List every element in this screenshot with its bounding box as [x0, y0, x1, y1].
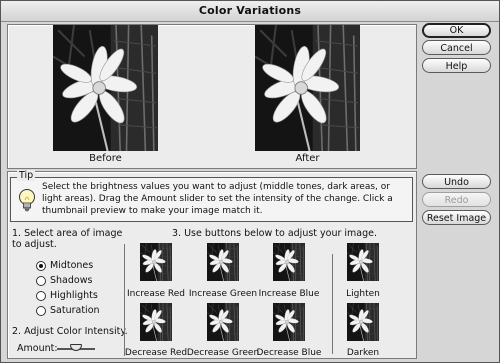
after-label: After: [295, 153, 320, 164]
divider-left: [124, 244, 125, 356]
redo-button[interactable]: Redo: [422, 192, 491, 207]
tip-box: Tip Select the brightness values you wan…: [10, 170, 413, 222]
reset-image-button[interactable]: Reset Image: [422, 210, 491, 225]
preview-panel: Before After: [7, 24, 417, 169]
variation-increase-red-thumbnail[interactable]: [140, 243, 172, 281]
variation-decrease-red-thumbnail[interactable]: [140, 303, 172, 341]
before-preview: Before: [53, 25, 158, 164]
divider-right: [332, 254, 333, 354]
variation-darken-label: Darken: [346, 348, 380, 358]
ok-button[interactable]: OK: [422, 23, 491, 38]
step1-label: 1. Select area of image to adjust.: [12, 228, 123, 250]
variation-increase-green-thumbnail[interactable]: [207, 243, 239, 281]
controls-panel: Tip Select the brightness values you wan…: [7, 170, 417, 359]
help-button[interactable]: Help: [422, 58, 491, 73]
title-bar[interactable]: Color Variations: [1, 1, 499, 22]
variation-decrease-blue-thumbnail[interactable]: [273, 303, 305, 341]
radio-saturation-indicator[interactable]: [36, 306, 46, 316]
tip-text: Select the brightness values you want to…: [42, 182, 393, 216]
before-image: [53, 25, 158, 151]
cancel-button[interactable]: Cancel: [422, 40, 491, 55]
variation-lighten-thumbnail[interactable]: [347, 243, 379, 281]
radio-saturation-label: Saturation: [50, 305, 100, 316]
before-label: Before: [89, 153, 122, 164]
after-image: [255, 25, 360, 151]
tip-label: Tip: [17, 170, 36, 181]
variation-lighten-label: Lighten: [346, 289, 380, 299]
step2-label: 2. Adjust Color Intensity.: [12, 326, 128, 337]
radio-shadows-label: Shadows: [50, 275, 93, 286]
undo-button[interactable]: Undo: [422, 174, 491, 189]
amount-label: Amount:: [17, 343, 58, 354]
radio-midtones-indicator[interactable]: [36, 261, 46, 271]
radio-midtones-label: Midtones: [50, 260, 94, 271]
window-title: Color Variations: [198, 4, 302, 17]
variation-increase-blue-thumbnail[interactable]: [273, 243, 305, 281]
color-variations-window: Color Variations Before After OK Cancel …: [0, 0, 500, 363]
step3-label: 3. Use buttons below to adjust your imag…: [172, 228, 378, 239]
variation-decrease-green-thumbnail[interactable]: [207, 303, 239, 341]
radio-highlights-label: Highlights: [50, 290, 98, 301]
radio-shadows-indicator[interactable]: [36, 276, 46, 286]
radio-highlights-indicator[interactable]: [36, 291, 46, 301]
lightbulb-icon: [19, 189, 35, 212]
after-preview: After: [255, 25, 360, 164]
variation-darken-thumbnail[interactable]: [347, 303, 379, 341]
